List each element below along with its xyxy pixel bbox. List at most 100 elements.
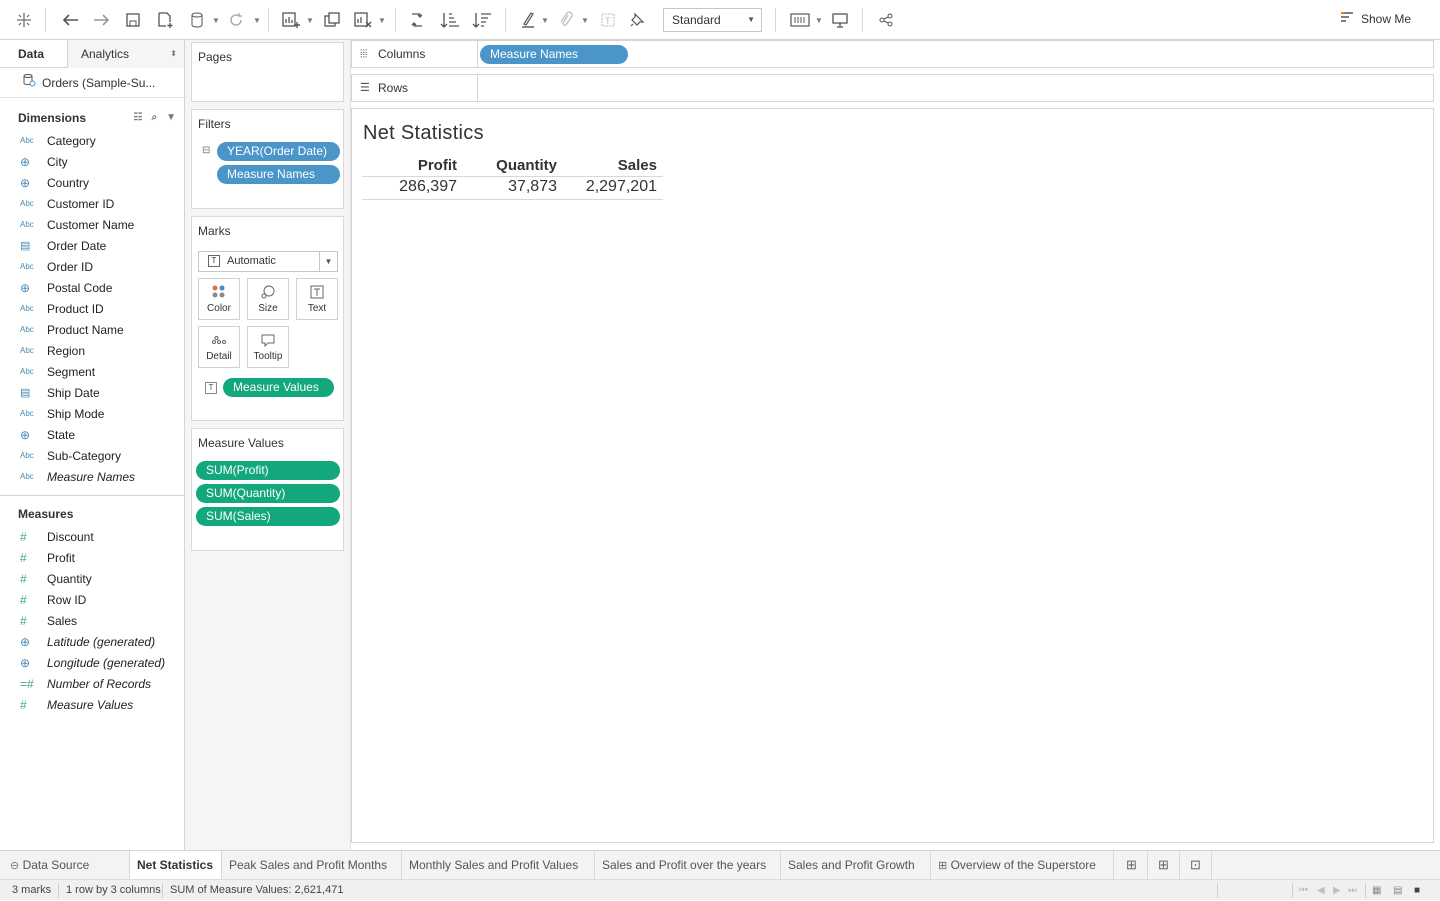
value-quantity[interactable]: 37,873 [462, 178, 557, 196]
tab-analytics[interactable]: Analytics ⬍ [68, 40, 184, 68]
globe-icon: ⊕ [20, 154, 31, 169]
view-list-icon[interactable]: ☷ [134, 106, 143, 130]
show-me-button[interactable]: Show Me [1340, 11, 1411, 26]
pages-card[interactable]: Pages [191, 42, 344, 102]
field-item[interactable]: ⊕ Country [0, 172, 184, 193]
detail-button[interactable]: Detail [198, 326, 240, 368]
group-members-icon[interactable] [554, 8, 578, 32]
value-profit[interactable]: 286,397 [372, 178, 457, 196]
columns-pill-measure-names[interactable]: Measure Names [480, 45, 628, 64]
color-button[interactable]: Color [198, 278, 240, 320]
duplicate-sheet-icon[interactable] [320, 8, 344, 32]
highlight-icon[interactable] [516, 8, 540, 32]
redo-icon[interactable] [90, 8, 114, 32]
pin-icon[interactable] [625, 8, 649, 32]
field-item[interactable]: # Sales [0, 610, 184, 631]
updown-arrow-icon: ⬍ [170, 49, 177, 58]
text-encoding-icon: T [205, 382, 217, 394]
field-item[interactable]: Abc Customer Name [0, 214, 184, 235]
tab-data-source[interactable]: ⊖ Data Source [0, 851, 130, 879]
field-item[interactable]: Abc Segment [0, 361, 184, 382]
new-story-tab-icon[interactable]: ⊡ [1180, 851, 1212, 879]
refresh-icon[interactable] [224, 8, 248, 32]
field-item[interactable]: Abc Customer ID [0, 193, 184, 214]
sheet-tab[interactable]: Monthly Sales and Profit Values [402, 851, 595, 879]
field-item[interactable]: Abc Product ID [0, 298, 184, 319]
last-page-icon[interactable]: ⏭ [1348, 880, 1357, 901]
clear-sheet-icon[interactable] [351, 8, 375, 32]
field-item[interactable]: # Row ID [0, 589, 184, 610]
field-item[interactable]: ▤ Order Date [0, 235, 184, 256]
fit-select[interactable]: Standard ▼ [663, 8, 762, 32]
field-item[interactable]: ⊕ Longitude (generated) [0, 652, 184, 673]
share-icon[interactable] [874, 8, 898, 32]
sheet-tab[interactable]: Net Statistics [130, 851, 222, 879]
filmstrip-icon[interactable]: ▤ [1393, 880, 1402, 901]
new-datasource-icon[interactable] [153, 8, 177, 32]
field-item[interactable]: Abc Category [0, 130, 184, 151]
field-item[interactable]: # Measure Values [0, 694, 184, 715]
measure-value-pill[interactable]: SUM(Quantity) [196, 484, 340, 503]
tableau-logo-icon[interactable] [12, 8, 36, 32]
show-cards-icon[interactable] [788, 8, 812, 32]
pause-updates-icon[interactable] [185, 8, 209, 32]
sheet-tab-dashboard[interactable]: ⊞ Overview of the Superstore [931, 851, 1114, 879]
sheet-tab[interactable]: Peak Sales and Profit Months [222, 851, 402, 879]
datasource-item[interactable]: Orders (Sample-Su... [0, 68, 184, 98]
field-name: Product ID [47, 301, 104, 316]
value-sales[interactable]: 2,297,201 [562, 178, 657, 196]
sheet-sorter-icon[interactable]: ▦ [1372, 880, 1381, 901]
field-item[interactable]: ⊕ Postal Code [0, 277, 184, 298]
column-header-profit[interactable]: Profit [382, 157, 457, 174]
sheet-tab[interactable]: Sales and Profit Growth [781, 851, 931, 879]
field-item[interactable]: Abc Ship Mode [0, 403, 184, 424]
sort-descending-icon[interactable] [470, 8, 494, 32]
mark-type-select[interactable]: T Automatic ▼ [198, 251, 338, 272]
tooltip-button[interactable]: Tooltip [247, 326, 289, 368]
new-worksheet-icon[interactable] [279, 8, 303, 32]
columns-shelf[interactable]: ⦙⦙⦙ Columns Measure Names [351, 40, 1434, 68]
tabs-view-icon[interactable]: ■ [1414, 880, 1420, 901]
first-page-icon[interactable]: ⏮ [1299, 880, 1308, 901]
field-item[interactable]: Abc Product Name [0, 319, 184, 340]
measure-value-pill[interactable]: SUM(Sales) [196, 507, 340, 526]
field-item[interactable]: ⊕ State [0, 424, 184, 445]
field-item[interactable]: Abc Sub-Category [0, 445, 184, 466]
filter-pill-measure-names[interactable]: Measure Names [217, 165, 340, 184]
field-item[interactable]: Abc Order ID [0, 256, 184, 277]
prev-page-icon[interactable]: ◀ [1317, 880, 1325, 901]
dashboard-icon: ⊞ [938, 860, 948, 872]
field-item[interactable]: Abc Region [0, 340, 184, 361]
field-item[interactable]: # Quantity [0, 568, 184, 589]
field-item[interactable]: # Discount [0, 526, 184, 547]
field-item[interactable]: ▤ Ship Date [0, 382, 184, 403]
new-worksheet-tab-icon[interactable]: ⊞ [1116, 851, 1148, 879]
field-item[interactable]: ⊕ City [0, 151, 184, 172]
rows-shelf[interactable]: ☰ Rows [351, 74, 1434, 102]
filter-pill-year[interactable]: YEAR(Order Date) [217, 142, 340, 161]
marks-pill-measure-values[interactable]: Measure Values [223, 378, 334, 397]
field-item[interactable]: # Profit [0, 547, 184, 568]
show-mark-labels-icon[interactable]: T [596, 8, 620, 32]
sort-ascending-icon[interactable] [438, 8, 462, 32]
presentation-mode-icon[interactable] [828, 8, 852, 32]
text-button[interactable]: Text [296, 278, 338, 320]
search-icon[interactable]: ⌕ [151, 106, 157, 130]
swap-rows-columns-icon[interactable] [405, 8, 429, 32]
new-dashboard-tab-icon[interactable]: ⊞ [1148, 851, 1180, 879]
sheet-tab[interactable]: Sales and Profit over the years [595, 851, 781, 879]
viz-canvas[interactable]: Net Statistics Profit Quantity Sales 286… [351, 108, 1434, 843]
size-button[interactable]: Size [247, 278, 289, 320]
undo-icon[interactable] [58, 8, 82, 32]
field-item[interactable]: ⊕ Latitude (generated) [0, 631, 184, 652]
column-header-sales[interactable]: Sales [562, 157, 657, 174]
color-icon [199, 285, 239, 302]
measure-value-pill[interactable]: SUM(Profit) [196, 461, 340, 480]
save-icon[interactable] [121, 8, 145, 32]
field-item[interactable]: Abc Measure Names [0, 466, 184, 487]
tab-data[interactable]: Data [0, 40, 68, 68]
chevron-down-icon[interactable]: ▼ [166, 106, 176, 130]
column-header-quantity[interactable]: Quantity [462, 157, 557, 174]
next-page-icon[interactable]: ▶ [1333, 880, 1341, 901]
field-item[interactable]: =# Number of Records [0, 673, 184, 694]
